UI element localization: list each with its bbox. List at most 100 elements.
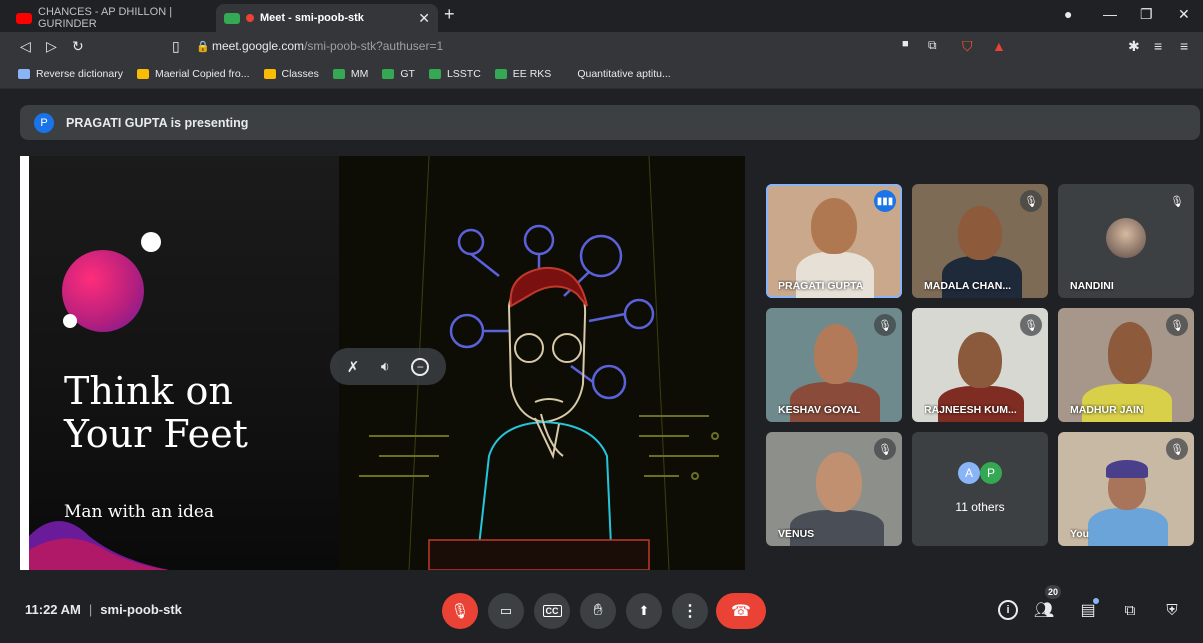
present-button[interactable]: ⬆ (626, 593, 662, 629)
participant-video (811, 198, 857, 254)
playlist-icon[interactable]: ≡ (1154, 38, 1162, 54)
mic-off-icon: 🎙︎ (450, 603, 470, 620)
close-window-button[interactable]: ✕ (1178, 6, 1190, 23)
new-tab-button[interactable]: + (444, 4, 455, 25)
bookmark-classes[interactable]: Classes (263, 68, 319, 80)
chat-button[interactable]: ▤ (1074, 596, 1102, 624)
bookmark-label: EE RKS (512, 68, 552, 80)
camera-icon: ▭ (499, 603, 513, 618)
forward-icon[interactable]: ▷ (46, 38, 57, 55)
participant-tile[interactable]: 🎙︎ MADALA CHAN... (912, 184, 1048, 298)
participant-tile[interactable]: 🎙︎ KESHAV GOYAL (766, 308, 902, 422)
meeting-details: 11:22 AM | smi-poob-stk (25, 602, 182, 617)
more-options-button[interactable]: ⋮ (672, 593, 708, 629)
remove-tile-icon[interactable]: − (411, 357, 430, 376)
profile-icon[interactable]: ● (1064, 6, 1072, 22)
participant-tile[interactable]: 🎙︎ NANDINI (1058, 184, 1194, 298)
participant-tile[interactable]: 🎙︎ MADHUR JAIN (1058, 308, 1194, 422)
bookmark-label: GT (400, 68, 415, 80)
brave-shield-icon[interactable]: ⛉ (962, 38, 973, 55)
bookmark-icon[interactable]: ▯ (172, 38, 180, 55)
share-icon[interactable]: ⧉ (928, 38, 937, 53)
meet-icon (332, 69, 345, 79)
present-screen-icon: ⬆ (638, 603, 650, 618)
youtube-icon (16, 12, 32, 24)
participant-video (958, 332, 1002, 388)
end-call-button[interactable]: ☎︎ (716, 593, 766, 629)
bookmark-mm[interactable]: MM (332, 68, 369, 80)
hand-icon: ✋︎ (593, 602, 603, 619)
reload-icon[interactable]: ↻ (72, 38, 84, 55)
muted-mic-icon: 🎙︎ (1166, 314, 1188, 336)
bookmark-lsstc[interactable]: LSSTC (428, 68, 481, 80)
camera-button[interactable]: ▭ (488, 593, 524, 629)
restore-button[interactable]: ❐ (1140, 6, 1153, 23)
participant-avatar (1106, 218, 1146, 258)
microphone-button[interactable]: 🎙︎ (442, 593, 478, 629)
presentation-screen[interactable]: Think on Your Feet Man with an idea ✗ 🔉︎… (20, 156, 745, 570)
muted-mic-icon: 🎙︎ (1020, 314, 1042, 336)
participant-name: KESHAV GOYAL (778, 404, 861, 416)
close-tab-icon[interactable]: ✕ (418, 10, 430, 27)
participant-video (816, 452, 862, 512)
url-host: meet.google.com (212, 39, 305, 53)
participant-name: RAJNEESH KUM... (924, 404, 1017, 416)
activities-icon: ⧉ (1124, 601, 1136, 619)
participant-tile[interactable]: 🎙︎ VENUS (766, 432, 902, 546)
meeting-info-button[interactable]: i (994, 596, 1022, 624)
lock-icon: 🔒 (196, 41, 210, 53)
bookmark-gt[interactable]: GT (382, 68, 415, 80)
participant-video (1082, 384, 1172, 422)
participant-tile[interactable]: 🎙︎ RAJNEESH KUM... (912, 308, 1048, 422)
raise-hand-button[interactable]: ✋︎ (580, 593, 616, 629)
host-controls-button[interactable]: ⛨ (1158, 596, 1186, 624)
muted-mic-icon: 🎙︎ (1166, 190, 1188, 212)
bookmark-label: LSSTC (446, 68, 481, 80)
hangup-icon: ☎︎ (731, 603, 751, 620)
bookmark-material[interactable]: Maerial Copied fro... (136, 68, 250, 80)
bookmark-ee-rks[interactable]: EE RKS (494, 68, 552, 80)
rewards-icon[interactable]: ▲ (992, 38, 1006, 54)
volume-icon[interactable]: 🔉︎ (381, 358, 390, 375)
captions-icon: CC (542, 605, 562, 617)
camera-icon[interactable]: ■ (902, 38, 909, 50)
muted-mic-icon: 🎙︎ (1166, 438, 1188, 460)
tab-title: CHANCES - AP DHILLON | GURINDER (38, 6, 173, 30)
participant-name: VENUS (778, 528, 815, 540)
presenter-avatar: P (34, 112, 54, 133)
url-field[interactable]: meet.google.com/smi-poob-stk?authuser=1 (212, 39, 443, 53)
url-path: /smi-poob-stk?authuser=1 (304, 39, 444, 53)
people-button[interactable]: 👥︎ (1030, 596, 1058, 624)
tab-meet[interactable]: Meet - smi-poob-stk ✕ (216, 4, 438, 32)
muted-mic-icon: 🎙︎ (874, 314, 896, 336)
tab-youtube[interactable]: CHANCES - AP DHILLON | GURINDER (8, 4, 216, 32)
meet-icon (224, 12, 240, 24)
bookmark-label: Reverse dictionary (36, 68, 123, 80)
presenting-banner: P PRAGATI GUPTA is presenting (20, 105, 1200, 140)
meeting-code: smi-poob-stk (100, 602, 182, 617)
address-bar: ◁ ▷ ↻ ▯ 🔒 meet.google.com/smi-poob-stk?a… (0, 32, 1203, 60)
shield-lock-icon: ⛨ (1166, 601, 1178, 619)
back-icon[interactable]: ◁ (20, 38, 31, 55)
minimize-button[interactable]: — (1103, 6, 1117, 22)
participant-video (814, 324, 858, 384)
participant-video (1088, 508, 1168, 546)
participant-tile[interactable]: ▮▮▮ PRAGATI GUPTA (766, 184, 902, 298)
captions-button[interactable]: CC (534, 593, 570, 629)
others-tile[interactable]: A P 11 others (912, 432, 1048, 546)
muted-mic-icon: 🎙︎ (1020, 190, 1042, 212)
people-icon: 👥︎ (1033, 602, 1055, 619)
participant-name: NANDINI (1070, 280, 1114, 292)
activities-button[interactable]: ⧉ (1116, 596, 1144, 624)
tab-bar: CHANCES - AP DHILLON | GURINDER Meet - s… (0, 0, 1203, 32)
menu-icon[interactable]: ≡ (1180, 38, 1188, 54)
bookmark-quant[interactable]: Quantitative aptitu... (577, 68, 670, 80)
unpin-icon[interactable]: ✗ (347, 358, 360, 376)
bookmark-reverse-dictionary[interactable]: Reverse dictionary (18, 68, 123, 80)
participant-tile[interactable]: 🎙︎ You (1058, 432, 1194, 546)
bookmark-label: MM (350, 68, 369, 80)
participant-name: You (1070, 528, 1090, 540)
meet-icon (494, 69, 507, 79)
bookmark-icon (18, 69, 30, 79)
extensions-icon[interactable]: ✱ (1128, 38, 1140, 55)
